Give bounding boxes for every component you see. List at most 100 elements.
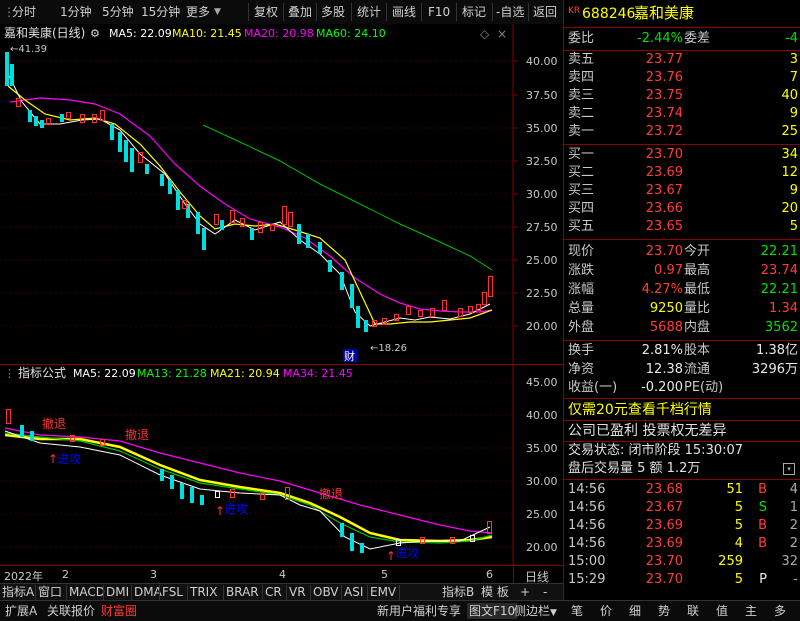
ma-legend-item: MA5: 22.09 xyxy=(73,367,136,380)
buy-signal: 进攻 xyxy=(395,546,419,560)
settings-icon[interactable]: ⚙ xyxy=(90,27,100,40)
side-tab[interactable]: 多 xyxy=(774,603,786,619)
indicator-tab-right[interactable]: + xyxy=(520,585,530,600)
close-icon[interactable]: × xyxy=(497,27,507,41)
side-tab[interactable]: 价 xyxy=(600,603,612,619)
bid-row: 买三 23.67 9 xyxy=(568,183,798,198)
side-tab[interactable]: 势 xyxy=(658,603,670,619)
indicator-tab[interactable]: TRIX xyxy=(190,585,217,600)
after-hours-row: 盘后交易量 5 额 1.2万 ▾ xyxy=(564,460,800,478)
ma-legend-item: MA34: 21.45 xyxy=(283,367,353,380)
indicator-chart[interactable]: 45.00 40.00 35.00 30.00 25.00 20.00 ⋮ 指标… xyxy=(0,365,563,565)
indicator-title: 指标公式 xyxy=(18,365,66,380)
chart-title: 嘉和美康(日线) xyxy=(4,25,85,40)
tab-more[interactable]: 更多 xyxy=(186,4,210,20)
indicator-tab[interactable]: DMI xyxy=(106,585,129,600)
y-tick: 25.00 xyxy=(526,254,558,267)
ma-legend-item: MA21: 20.94 xyxy=(210,367,280,380)
indicator-tab[interactable]: 指标A xyxy=(2,585,34,600)
side-tab[interactable]: 主 xyxy=(745,603,757,619)
add-watchlist-button[interactable]: -自选 xyxy=(496,4,524,20)
weicha-value: -4 xyxy=(785,31,798,46)
side-tab[interactable]: 联 xyxy=(687,603,699,619)
indicator-tab-right[interactable]: 指标B xyxy=(442,585,474,600)
indicator-tab-bar: 指标A 窗口 MACD DMI DMA FSL TRIX BRAR CR VR OBV ASI EMV 指… xyxy=(0,583,563,601)
ask-row: 卖三 23.75 40 xyxy=(568,88,798,103)
ask-row: 卖五 23.77 3 xyxy=(568,52,798,67)
ma-legend-item: MA60: 24.10 xyxy=(316,27,386,40)
indicator-tab-right[interactable]: - xyxy=(543,585,547,600)
tab-15min[interactable]: 15分钟 xyxy=(141,4,180,20)
chevron-down-icon[interactable]: ▼ xyxy=(214,4,221,20)
new-user-link[interactable]: 新用户福利专享 xyxy=(377,603,461,619)
x-tick: 2 xyxy=(62,568,69,581)
x-tick: 3 xyxy=(150,568,157,581)
quote-panel: KR 688246 嘉和美康 委比 -2.44% 委差 -4 卖五 23.77 3 … xyxy=(563,0,800,600)
side-tab[interactable]: 细 xyxy=(629,603,641,619)
promo-link[interactable]: 仅需20元查看千档行情 xyxy=(564,401,800,419)
company-notice: 公司已盈利 投票权无差异 xyxy=(568,423,727,439)
indicator-tab[interactable]: MACD xyxy=(69,585,105,600)
weibi-value: -2.44% xyxy=(637,31,683,46)
y-tick: 32.50 xyxy=(526,155,558,168)
overlay-button[interactable]: 叠加 xyxy=(288,4,312,20)
y-tick: 40.00 xyxy=(526,55,558,68)
ask-row: 卖一 23.72 25 xyxy=(568,124,798,139)
x-axis: 2022年 2 3 4 5 6 日线 xyxy=(0,565,563,584)
sell-signal: 撤退 xyxy=(319,486,343,501)
draw-line-button[interactable]: 画线 xyxy=(392,4,416,20)
tab-fenshi[interactable]: 分时 xyxy=(12,4,36,20)
sell-signal: 撤退 xyxy=(42,416,66,431)
x-tick: 4 xyxy=(279,568,286,581)
kline-chart[interactable]: 40.00 37.50 35.00 32.50 30.00 27.50 25.0… xyxy=(0,24,563,364)
multi-stock-button[interactable]: 多股 xyxy=(321,4,345,20)
tab-extend-a[interactable]: 扩展A xyxy=(5,603,37,619)
chart-options-icon[interactable]: ◇ xyxy=(480,27,490,41)
indicator-tab[interactable]: FSL xyxy=(162,585,183,600)
ask-row: 卖四 23.76 7 xyxy=(568,70,798,85)
y-tick: 30.00 xyxy=(526,475,558,488)
stock-name: 嘉和美康 xyxy=(634,4,695,22)
indicator-tab[interactable]: OBV xyxy=(313,585,339,600)
bid-row: 买二 23.69 12 xyxy=(568,165,798,180)
mark-button[interactable]: 标记 xyxy=(462,4,486,20)
trade-status: 交易状态: 闭市阶段 15:30:07 xyxy=(568,443,744,458)
high-marker: ←41.39 xyxy=(10,44,47,55)
indicator-tab[interactable]: VR xyxy=(289,585,306,600)
tab-5min[interactable]: 5分钟 xyxy=(102,4,134,20)
indicator-tab[interactable]: BRAR xyxy=(226,585,259,600)
indicator-tab[interactable]: 窗口 xyxy=(38,585,62,600)
indicator-tab[interactable]: EMV xyxy=(370,585,396,600)
indicator-tab[interactable]: DMA xyxy=(134,585,162,600)
ma-legend-item: MA13: 21.28 xyxy=(137,367,207,380)
sidebar-toggle[interactable]: 侧边栏▼ xyxy=(514,603,557,619)
y-tick: 30.00 xyxy=(526,188,558,201)
event-badge[interactable]: 财 xyxy=(344,349,355,363)
buy-signal: 进攻 xyxy=(224,502,248,516)
low-marker: ←18.26 xyxy=(370,343,407,354)
x-tick: 2022年 xyxy=(4,570,43,583)
tab-related-quotes[interactable]: 关联报价 xyxy=(47,603,95,619)
back-button[interactable]: 返回 xyxy=(533,4,557,20)
side-tab[interactable]: 笔 xyxy=(571,603,583,619)
y-tick: 20.00 xyxy=(526,541,558,554)
stat-row: 现价 23.70 今开 22.21 xyxy=(568,244,798,259)
f10-graphic-button[interactable]: 图文F10 xyxy=(467,603,518,619)
indicator-tab[interactable]: ASI xyxy=(344,585,363,600)
stat-row: 总量 9250 量比 1.34 xyxy=(568,301,798,316)
tab-wealth-circle[interactable]: 财富圈 xyxy=(101,603,137,619)
expand-icon[interactable]: ▾ xyxy=(783,463,795,475)
collapse-icon[interactable]: ⋮ xyxy=(4,367,15,380)
fuquan-button[interactable]: 复权 xyxy=(254,4,278,20)
ma-legend-item: MA5: 22.09 xyxy=(109,27,172,40)
tab-1min[interactable]: 1分钟 xyxy=(60,4,92,20)
indicator-tab-right[interactable]: 模 板 xyxy=(481,585,509,600)
y-tick: 22.50 xyxy=(526,287,558,300)
sell-signal: 撤退 xyxy=(125,427,149,442)
side-tab[interactable]: 值 xyxy=(716,603,728,619)
buy-signal: 进攻 xyxy=(57,452,81,466)
stats-button[interactable]: 统计 xyxy=(357,4,381,20)
indicator-tab[interactable]: CR xyxy=(265,585,282,600)
y-tick: 25.00 xyxy=(526,508,558,521)
f10-button[interactable]: F10 xyxy=(428,4,450,20)
